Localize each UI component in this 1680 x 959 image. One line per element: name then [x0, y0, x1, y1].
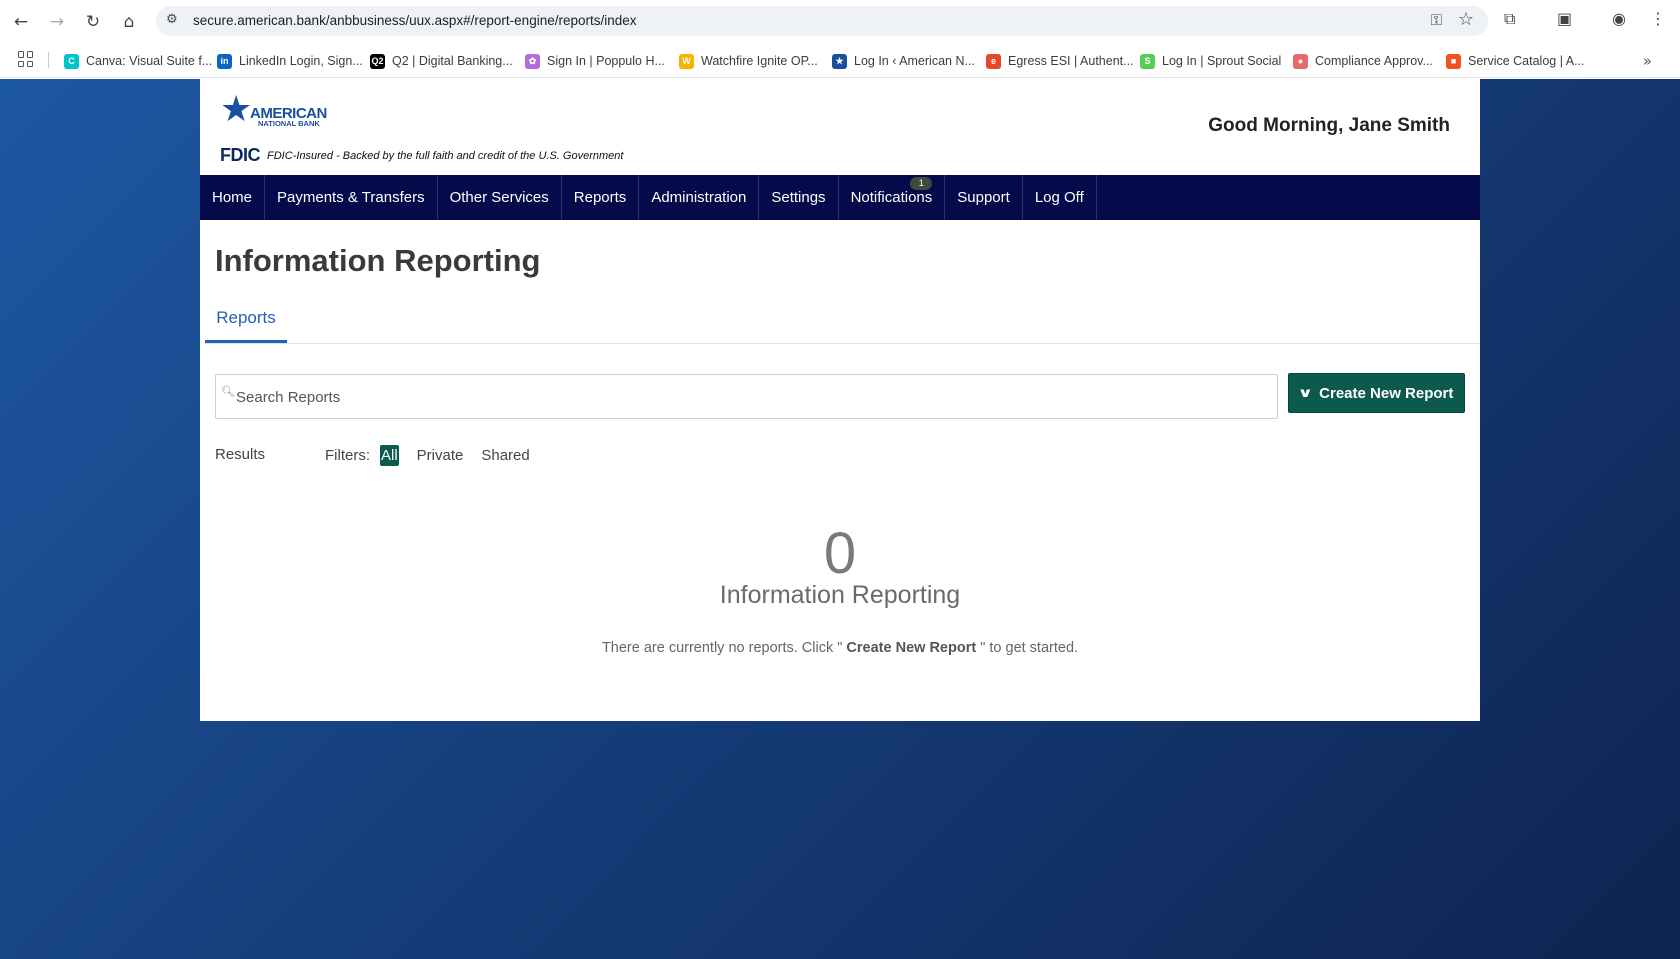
anb-star-icon: ★	[832, 53, 847, 69]
nav-label: Reports	[573, 189, 627, 206]
fdic-banner: FDIC FDIC-Insured - Backed by the full f…	[220, 145, 623, 166]
logo-subname: NATIONAL BANK	[258, 119, 320, 128]
nav-label: Home	[212, 189, 253, 206]
site-settings-icon[interactable]: ⚙	[166, 12, 178, 27]
logo-star-icon: ★	[220, 89, 253, 130]
nav-log-off[interactable]: Log Off	[1023, 175, 1097, 220]
microsoft-icon: ■	[1446, 53, 1461, 69]
create-new-report-button[interactable]: ∨ Create New Report	[1288, 373, 1465, 413]
search-input[interactable]	[236, 387, 1266, 407]
nav-label: Other Services	[449, 189, 549, 206]
bookmark-item[interactable]: ★ Log In ‹ American N...	[832, 52, 975, 70]
bookmark-label: Canva: Visual Suite f...	[86, 54, 213, 68]
filters-label: Filters:	[325, 447, 370, 464]
bookmarks-divider	[48, 52, 49, 68]
bookmark-item[interactable]: ✿ Sign In | Poppulo H...	[525, 52, 665, 70]
url-text[interactable]: secure.american.bank/anbbusiness/uux.asp…	[193, 13, 637, 28]
bookmark-label: Log In ‹ American N...	[854, 54, 975, 68]
nav-label: Settings	[771, 189, 826, 206]
bookmark-label: Compliance Approv...	[1315, 54, 1433, 68]
bookmark-label: Egress ESI | Authent...	[1008, 54, 1134, 68]
more-bookmarks-icon[interactable]: »	[1643, 52, 1652, 70]
bookmarks-bar: C Canva: Visual Suite f... in LinkedIn Logi…	[0, 42, 1680, 78]
bookmark-label: Log In | Sprout Social	[1162, 54, 1282, 68]
nav-other-services[interactable]: Other Services	[438, 175, 562, 220]
create-new-report-label: Create New Report	[1319, 384, 1454, 402]
filters-bar: Filters: All Private Shared	[325, 445, 548, 466]
bookmark-label: Q2 | Digital Banking...	[392, 54, 513, 68]
empty-message-start: There are currently no reports. Click "	[601, 640, 843, 656]
bookmark-item[interactable]: Q2 Q2 | Digital Banking...	[370, 52, 513, 70]
extensions-icon[interactable]: ⧉	[1504, 9, 1515, 29]
watchfire-icon: W	[679, 53, 694, 69]
page-title: Information Reporting	[215, 243, 541, 278]
nav-administration[interactable]: Administration	[639, 175, 760, 220]
address-bar[interactable]: ⚙ secure.american.bank/anbbusiness/uux.a…	[156, 6, 1488, 36]
results-label: Results	[215, 446, 266, 463]
nav-label: Administration	[651, 189, 747, 206]
apps-grid-icon[interactable]	[18, 51, 34, 67]
back-icon[interactable]: ←	[8, 9, 34, 35]
fdic-logo: FDIC	[220, 145, 261, 165]
linkedin-icon: in	[217, 53, 232, 69]
empty-count: 0	[823, 521, 857, 586]
filter-private[interactable]: Private	[417, 447, 464, 464]
nav-label: Payments & Transfers	[277, 189, 425, 206]
empty-message-link: Create New Report	[842, 640, 981, 656]
forward-icon[interactable]: →	[44, 9, 70, 35]
tab-reports[interactable]: Reports	[205, 307, 287, 343]
browser-toolbar: ← → ↻ ⌂ ⚙ secure.american.bank/anbbusine…	[0, 0, 1680, 42]
bookmark-star-icon[interactable]: ☆	[1458, 9, 1474, 30]
main-card: ★ AMERICAN NATIONAL BANK FDIC FDIC-Insur…	[200, 79, 1480, 721]
empty-message: There are currently no reports. Click " …	[200, 640, 1480, 656]
reload-icon[interactable]: ↻	[80, 9, 106, 35]
tab-divider	[205, 343, 1480, 344]
bookmark-label: Service Catalog | A...	[1468, 54, 1585, 68]
nav-payments-transfers[interactable]: Payments & Transfers	[265, 175, 438, 220]
nav-label: Support	[957, 189, 1010, 206]
search-icon: 🔍︎	[221, 385, 235, 398]
profile-icon[interactable]: ◉	[1612, 9, 1626, 28]
menu-kebab-icon[interactable]: ⋮	[1650, 9, 1666, 28]
bookmark-label: Watchfire Ignite OP...	[701, 54, 818, 68]
bookmark-item[interactable]: in LinkedIn Login, Sign...	[217, 52, 363, 70]
filter-all[interactable]: All	[380, 445, 399, 466]
nav-support[interactable]: Support	[945, 175, 1023, 220]
egress-icon: e	[986, 53, 1001, 69]
fdic-tagline: FDIC-Insured - Backed by the full faith …	[267, 149, 624, 162]
nav-settings[interactable]: Settings	[759, 175, 839, 220]
bookmark-item[interactable]: e Egress ESI | Authent...	[986, 52, 1134, 70]
compliance-icon: ●	[1293, 53, 1308, 69]
sprout-icon: S	[1140, 53, 1155, 69]
empty-title: Information Reporting	[719, 581, 961, 609]
empty-message-end: " to get started.	[980, 640, 1079, 656]
tab-search-icon[interactable]: ▣	[1557, 9, 1572, 28]
bank-logo[interactable]: ★ AMERICAN NATIONAL BANK	[220, 92, 340, 132]
main-nav: Home Payments & Transfers Other Services Re…	[200, 175, 1480, 220]
nav-label: Notifications	[850, 189, 933, 206]
bookmark-item[interactable]: ■ Service Catalog | A...	[1446, 52, 1585, 70]
bookmark-label: Sign In | Poppulo H...	[547, 54, 665, 68]
q2-icon: Q2	[370, 53, 385, 69]
bookmark-label: LinkedIn Login, Sign...	[239, 54, 363, 68]
nav-notifications[interactable]: Notifications 1	[839, 175, 946, 220]
notifications-badge: 1	[910, 177, 933, 190]
bookmark-item[interactable]: S Log In | Sprout Social	[1140, 52, 1281, 70]
bookmark-item[interactable]: W Watchfire Ignite OP...	[679, 52, 818, 70]
poppulo-icon: ✿	[525, 53, 540, 69]
bookmark-item[interactable]: C Canva: Visual Suite f...	[64, 52, 212, 70]
bookmark-item[interactable]: ● Compliance Approv...	[1293, 52, 1433, 70]
home-icon[interactable]: ⌂	[116, 9, 142, 35]
nav-home[interactable]: Home	[200, 175, 266, 220]
search-box: 🔍︎	[215, 374, 1278, 419]
nav-reports[interactable]: Reports	[562, 175, 640, 220]
filter-shared[interactable]: Shared	[481, 447, 529, 464]
password-key-icon[interactable]: ⚿	[1431, 11, 1442, 29]
chevron-down-icon: ∨	[1296, 385, 1313, 401]
canva-icon: C	[64, 53, 79, 69]
greeting: Good Morning, Jane Smith	[1208, 115, 1450, 136]
nav-label: Log Off	[1034, 189, 1084, 206]
